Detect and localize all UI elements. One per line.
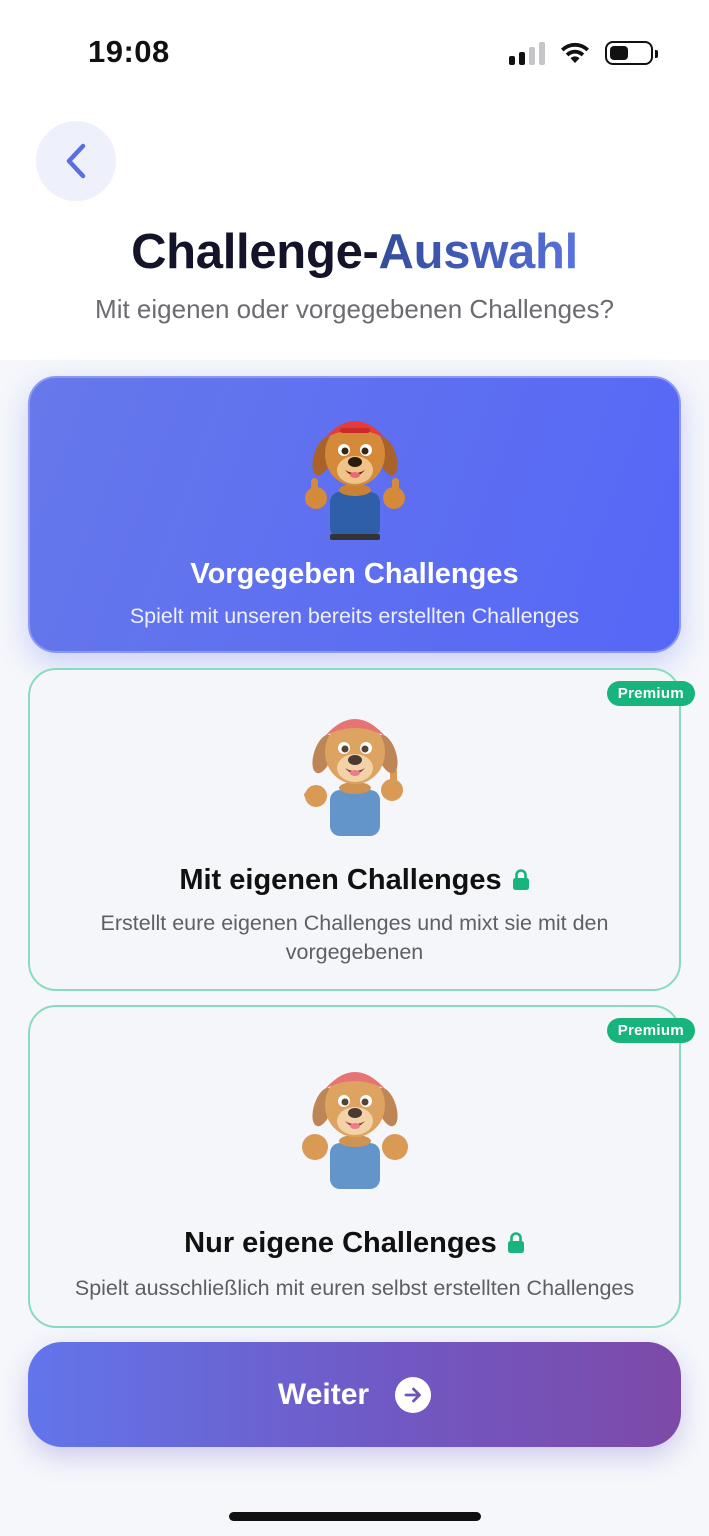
dog-mascot-icon [301,1072,408,1189]
option-description: Spielt ausschließlich mit euren selbst e… [74,1276,635,1300]
option-title: Mit eigenen Challenges [30,864,679,897]
premium-badge: Premium [606,1018,695,1043]
continue-button-label: Weiter [277,1377,370,1411]
home-indicator [229,1512,481,1521]
option-card-predefined[interactable]: Vorgegeben Challenges Spielt mit unseren… [28,376,681,653]
continue-button[interactable]: Weiter [28,1342,681,1447]
page-title-part1: Challenge- [131,225,379,279]
status-time: 19:08 [88,34,170,69]
option-description: Erstellt eure eigenen Challenges und mix… [100,911,609,964]
option-card-custom-only[interactable]: Premium Nur eigene Challenges Spielt aus… [28,1005,695,1328]
dog-mascot-icon [304,421,405,540]
page-title: Challenge-Auswahl [0,224,709,280]
lock-icon [507,1232,524,1253]
arrow-right-icon [395,1376,432,1413]
option-description: Spielt mit unseren bereits erstellten Ch… [129,604,580,628]
option-title: Nur eigene Challenges [30,1227,679,1260]
back-button[interactable] [36,121,116,201]
signal-icon [509,41,545,65]
option-title-text: Nur eigene Challenges [184,1227,497,1259]
premium-badge: Premium [606,681,695,706]
lock-icon [512,869,529,890]
page-subtitle: Mit eigenen oder vorgegebenen Challenges… [95,294,614,324]
status-icons [509,38,658,68]
option-card-mixed[interactable]: Premium Mit eigenen Challenges Erstellt … [28,668,695,991]
page-title-part2: Auswahl [378,225,579,279]
dog-mascot-icon [303,719,403,836]
wifi-icon [561,42,589,63]
option-title-text: Mit eigenen Challenges [179,864,502,896]
chevron-left-icon [66,143,86,179]
option-title: Vorgegeben Challenges [190,558,519,590]
battery-icon [605,41,658,65]
